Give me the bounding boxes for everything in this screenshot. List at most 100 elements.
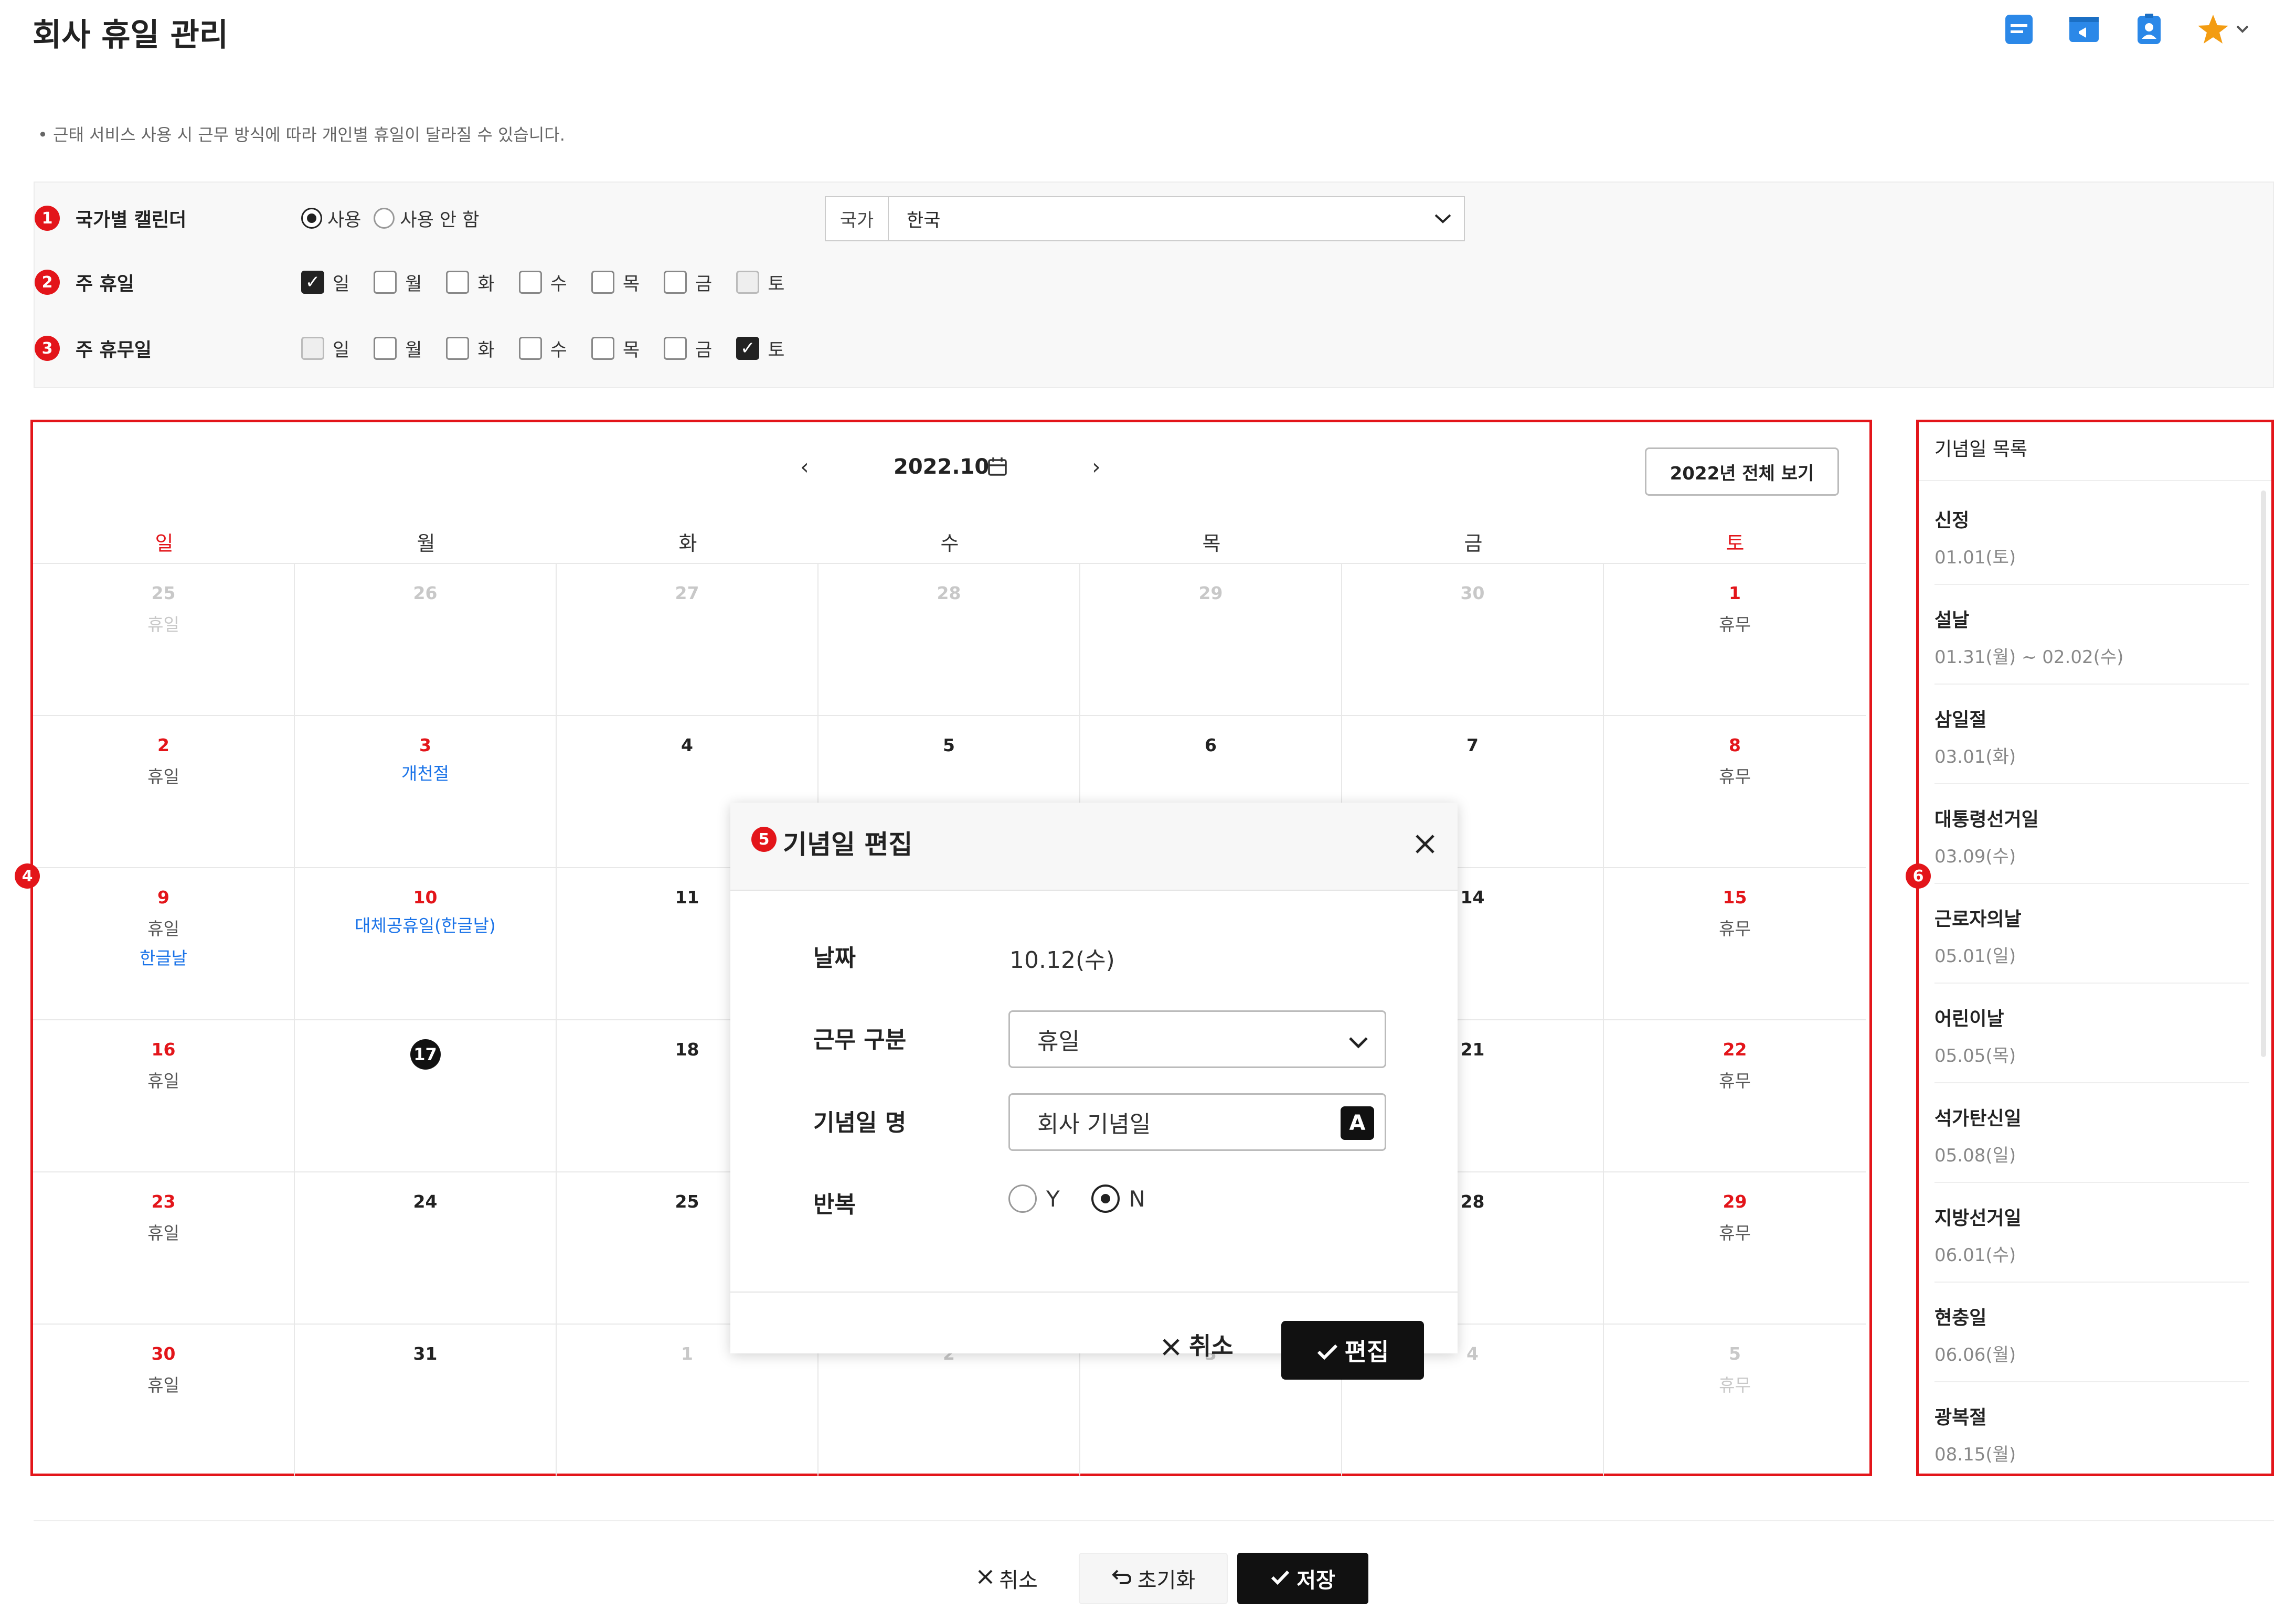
holiday-name-link[interactable]: 대체공휴일(한글날) <box>295 912 556 937</box>
save-button[interactable]: 저장 <box>1237 1553 1368 1604</box>
calendar-day-cell[interactable]: 24 <box>295 1171 557 1324</box>
close-icon[interactable] <box>1413 829 1437 863</box>
radio-use[interactable] <box>301 208 322 229</box>
day-number: 5 <box>943 735 955 755</box>
work-type-select[interactable]: 휴일 <box>1008 1010 1386 1068</box>
reset-label: 초기화 <box>1137 1568 1196 1593</box>
day-number: 23 <box>151 1191 176 1212</box>
divider <box>34 1520 2274 1521</box>
day-type-label: 휴무 <box>1719 919 1751 939</box>
holiday-list-item[interactable]: 삼일절 03.01(화) <box>1934 685 2249 784</box>
calendar-day-cell[interactable]: 15 휴무 <box>1604 867 1866 1019</box>
day-number: 25 <box>151 583 176 603</box>
calendar-day-cell[interactable]: 29 <box>1080 563 1342 715</box>
work-type-value: 휴일 <box>1037 1028 1080 1055</box>
calendar-day-cell[interactable]: 10 대체공휴일(한글날) <box>295 867 557 1019</box>
calendar-day-cell[interactable]: 28 <box>819 563 1080 715</box>
checkbox-holiday-mon[interactable] <box>374 271 397 294</box>
checkbox-off-thu[interactable] <box>591 337 614 360</box>
country-select-value: 한국 <box>907 210 941 231</box>
day-type-label: 휴일 <box>147 919 179 939</box>
cancel-button[interactable]: 취소 <box>955 1553 1060 1604</box>
step-badge: 1 <box>35 206 60 231</box>
day-number: 29 <box>1723 1191 1747 1212</box>
calendar-day-cell[interactable]: 30 휴일 <box>33 1324 295 1476</box>
font-a-button[interactable]: A <box>1341 1106 1374 1140</box>
edit-holiday-modal: 5 기념일 편집 날짜 10.12(수) 근무 구분 휴일 기념일 명 회사 기… <box>730 803 1458 1380</box>
checkbox-off-wed[interactable] <box>518 337 542 360</box>
checkbox-off-tue[interactable] <box>446 337 470 360</box>
weekly-holiday-label: 주 휴일 <box>76 273 134 295</box>
today-marker: 17 <box>410 1039 441 1070</box>
holiday-list-item[interactable]: 지방선거일 06.01(수) <box>1934 1183 2249 1283</box>
holiday-list-item[interactable]: 어린이날 05.05(목) <box>1934 984 2249 1083</box>
next-month-button[interactable]: › <box>1092 454 1101 479</box>
checkbox-off-mon[interactable] <box>374 337 397 360</box>
day-number: 26 <box>413 583 438 603</box>
checkbox-off-fri[interactable] <box>664 337 687 360</box>
checkbox-label: 목 <box>622 273 640 295</box>
holiday-name-link[interactable]: 한글날 <box>33 944 294 969</box>
country-calendar-label: 국가별 캘린더 <box>76 209 187 231</box>
repeat-y-radio[interactable] <box>1008 1185 1037 1213</box>
calendar-day-cell[interactable]: 5 휴무 <box>1604 1324 1866 1476</box>
holiday-name-value: 회사 기념일 <box>1037 1111 1151 1138</box>
day-number: 8 <box>1729 735 1741 755</box>
calendar-day-cell[interactable]: 8 휴무 <box>1604 715 1866 867</box>
repeat-n-radio[interactable] <box>1091 1185 1120 1213</box>
holiday-list-item[interactable]: 광복절 08.15(월) <box>1934 1382 2249 1474</box>
prev-month-button[interactable]: ‹ <box>800 454 809 479</box>
checkbox-holiday-tue[interactable] <box>446 271 470 294</box>
reset-button[interactable]: 초기화 <box>1079 1553 1228 1604</box>
modal-cancel-button[interactable]: 취소 <box>1162 1327 1234 1362</box>
checkbox-label: 일 <box>333 339 350 361</box>
calendar-day-cell[interactable]: 2 휴일 <box>33 715 295 867</box>
date-value: 10.12(수) <box>1009 947 1115 974</box>
holiday-list-item[interactable]: 현충일 06.06(월) <box>1934 1283 2249 1382</box>
calendar-day-cell[interactable]: 17 <box>295 1019 557 1171</box>
checkbox-off-sun[interactable] <box>301 337 324 360</box>
calendar-day-cell[interactable]: 29 휴무 <box>1604 1171 1866 1324</box>
calendar-day-cell[interactable]: 26 <box>295 563 557 715</box>
calendar-day-cell[interactable]: 1 휴무 <box>1604 563 1866 715</box>
favorite-star-icon[interactable] <box>2196 12 2254 47</box>
calendar-day-cell[interactable]: 23 휴일 <box>33 1171 295 1324</box>
calendar-day-cell[interactable]: 3 개천절 <box>295 715 557 867</box>
holiday-item-name: 설날 <box>1934 610 1970 631</box>
checkbox-holiday-wed[interactable] <box>518 271 542 294</box>
holiday-list-item[interactable]: 석가탄신일 05.08(일) <box>1934 1083 2249 1183</box>
radio-not-use[interactable] <box>374 208 395 229</box>
calendar-day-cell[interactable]: 22 휴무 <box>1604 1019 1866 1171</box>
announcement-icon[interactable] <box>2066 12 2102 47</box>
year-view-button[interactable]: 2022년 전체 보기 <box>1645 447 1839 496</box>
holiday-item-date: 06.01(수) <box>1934 1245 2016 1266</box>
calendar-icon[interactable] <box>987 456 1008 479</box>
holiday-name-link[interactable]: 개천절 <box>295 760 556 785</box>
holiday-name-input[interactable]: 회사 기념일 A <box>1008 1093 1386 1151</box>
checkbox-holiday-sun[interactable]: ✓ <box>301 271 324 294</box>
notes-icon[interactable] <box>2001 12 2037 47</box>
calendar-day-cell[interactable]: 9 휴일 한글날 <box>33 867 295 1019</box>
calendar-day-cell[interactable]: 31 <box>295 1324 557 1476</box>
checkbox-label: 토 <box>768 273 785 295</box>
close-icon <box>1162 1332 1181 1360</box>
modal-edit-button[interactable]: 편집 <box>1281 1321 1424 1380</box>
calendar-day-cell[interactable]: 16 휴일 <box>33 1019 295 1171</box>
checkbox-off-sat[interactable]: ✓ <box>736 337 760 360</box>
holiday-list-item[interactable]: 설날 01.31(월) ~ 02.02(수) <box>1934 585 2249 685</box>
holiday-list-item[interactable]: 대통령선거일 03.09(수) <box>1934 784 2249 884</box>
calendar-day-cell[interactable]: 30 <box>1342 563 1604 715</box>
holiday-list-item[interactable]: 신정 01.01(토) <box>1934 485 2249 585</box>
holiday-list-item[interactable]: 근로자의날 05.01(일) <box>1934 884 2249 984</box>
country-select[interactable]: 국가 한국 <box>825 196 1465 241</box>
checkbox-holiday-fri[interactable] <box>664 271 687 294</box>
check-icon <box>1316 1336 1345 1364</box>
checkbox-holiday-thu[interactable] <box>591 271 614 294</box>
checkbox-holiday-sat[interactable] <box>736 271 760 294</box>
contact-icon[interactable] <box>2131 12 2167 47</box>
calendar-day-cell[interactable]: 27 <box>557 563 819 715</box>
holiday-item-date: 01.01(토) <box>1934 547 2016 568</box>
calendar-day-cell[interactable]: 25 휴일 <box>33 563 295 715</box>
checkbox-label: 화 <box>477 273 495 295</box>
scrollbar[interactable] <box>2261 490 2266 1057</box>
